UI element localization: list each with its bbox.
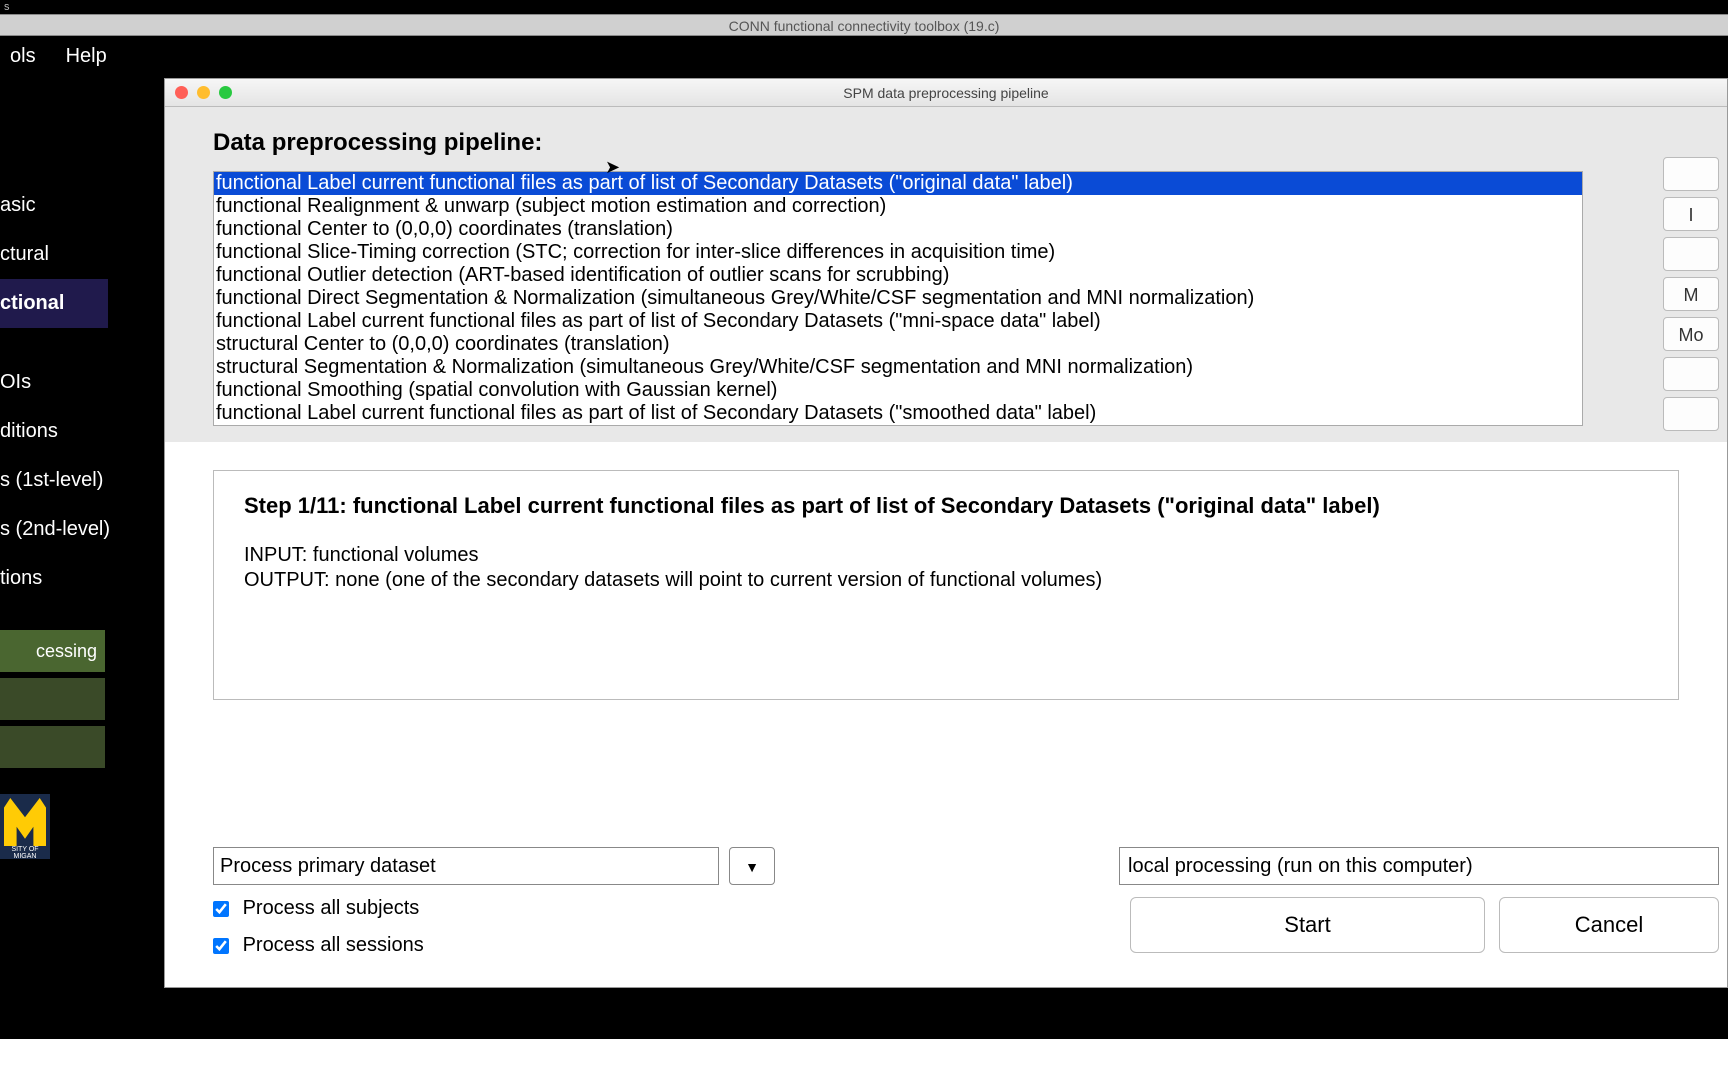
sidebar-item-cov-2nd[interactable]: s (2nd-level) — [0, 505, 135, 554]
pipeline-row[interactable]: functional Label current functional file… — [214, 310, 1582, 333]
pipeline-side-button[interactable]: Mo — [1663, 317, 1719, 351]
pipeline-side-button[interactable]: M — [1663, 277, 1719, 311]
check-all-subjects-label: Process all subjects — [243, 897, 420, 919]
sidebar-item-options[interactable]: tions — [0, 554, 135, 603]
pipeline-heading: Data preprocessing pipeline: — [213, 129, 1679, 157]
sidebar-item-basic[interactable]: asic — [0, 181, 135, 230]
pipeline-row[interactable]: functional Slice-Timing correction (STC;… — [214, 241, 1582, 264]
sidebar-item-rois[interactable]: OIs — [0, 358, 135, 407]
sidebar-item-cov-1st[interactable]: s (1st-level) — [0, 456, 135, 505]
dataset-combo[interactable]: ▼ — [213, 847, 775, 885]
cancel-button[interactable]: Cancel — [1499, 897, 1719, 953]
pipeline-row[interactable]: structural Center to (0,0,0) coordinates… — [214, 333, 1582, 356]
pipeline-row[interactable]: functional Label current functional file… — [214, 172, 1582, 195]
setup-sidebar: asic ctural ctional OIs ditions s (1st-l… — [0, 181, 135, 603]
pipeline-listbox[interactable]: functional Label current functional file… — [213, 171, 1583, 426]
dialog-titlebar[interactable]: SPM data preprocessing pipeline — [165, 79, 1727, 107]
check-all-subjects-input[interactable] — [213, 901, 229, 917]
menu-help[interactable]: Help — [66, 45, 107, 68]
cursor-icon: ➤ — [605, 157, 620, 178]
conn-main-window: ols Help asic ctural ctional OIs ditions… — [0, 36, 1728, 1039]
processing-mode-combo[interactable] — [1119, 847, 1719, 885]
dataset-combo-dropdown[interactable]: ▼ — [729, 847, 775, 885]
pipeline-side-button[interactable] — [1663, 397, 1719, 431]
step-input: INPUT: functional volumes — [244, 543, 1648, 568]
pipeline-side-button[interactable] — [1663, 157, 1719, 191]
processing-buttons: cessing — [0, 630, 105, 774]
pipeline-row[interactable]: functional Realignment & unwarp (subject… — [214, 195, 1582, 218]
sidebar-item-conditions[interactable]: ditions — [0, 407, 135, 456]
step-title: Step 1/11: functional Label current func… — [244, 493, 1648, 519]
parent-window-title: CONN functional connectivity toolbox (19… — [0, 14, 1728, 36]
check-all-subjects[interactable]: Process all subjects — [213, 897, 424, 920]
check-all-sessions[interactable]: Process all sessions — [213, 934, 424, 957]
preprocessing-dialog: SPM data preprocessing pipeline Data pre… — [164, 78, 1728, 988]
pipeline-row[interactable]: functional Direct Segmentation & Normali… — [214, 287, 1582, 310]
processing-button-3[interactable] — [0, 726, 105, 768]
step-detail-panel: Step 1/11: functional Label current func… — [213, 470, 1679, 700]
pipeline-row[interactable]: functional Smoothing (spatial convolutio… — [214, 379, 1582, 402]
check-all-sessions-input[interactable] — [213, 938, 229, 954]
dataset-combo-arrow-attached[interactable] — [693, 847, 719, 885]
dataset-combo-input[interactable] — [213, 847, 693, 885]
pipeline-row[interactable]: functional Outlier detection (ART-based … — [214, 264, 1582, 287]
sidebar-item-functional[interactable]: ctional — [0, 279, 108, 328]
check-all-sessions-label: Process all sessions — [243, 934, 424, 956]
pipeline-side-button[interactable] — [1663, 237, 1719, 271]
pipeline-side-button[interactable] — [1663, 357, 1719, 391]
pipeline-side-button[interactable]: I — [1663, 197, 1719, 231]
menu-tools[interactable]: ols — [10, 45, 36, 68]
step-output: OUTPUT: none (one of the secondary datas… — [244, 568, 1648, 593]
dialog-title: SPM data preprocessing pipeline — [165, 85, 1727, 101]
os-menubar: s — [0, 0, 1728, 14]
pipeline-row[interactable]: functional Label current functional file… — [214, 402, 1582, 425]
processing-button-2[interactable] — [0, 678, 105, 720]
sidebar-item-structural[interactable]: ctural — [0, 230, 135, 279]
app-menubar: ols Help — [0, 36, 135, 76]
preprocessing-button[interactable]: cessing — [0, 630, 105, 672]
pipeline-side-buttons: I M Mo — [1663, 157, 1719, 437]
start-button[interactable]: Start — [1130, 897, 1485, 953]
pipeline-row[interactable]: functional Center to (0,0,0) coordinates… — [214, 218, 1582, 241]
pipeline-row[interactable]: structural Segmentation & Normalization … — [214, 356, 1582, 379]
